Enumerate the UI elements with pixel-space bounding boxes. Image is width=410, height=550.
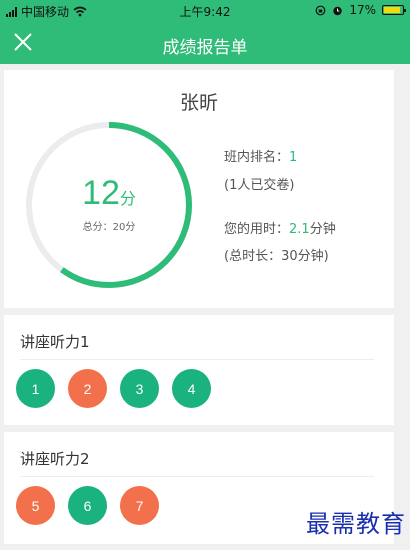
question-button[interactable]: 4 <box>172 369 211 408</box>
watermark: 最需教育 <box>306 510 406 538</box>
question-list: 5 6 7 <box>16 486 159 525</box>
battery-percent: 17% <box>349 3 376 17</box>
section-title: 讲座听力1 <box>20 333 90 351</box>
question-button[interactable]: 3 <box>120 369 159 408</box>
score-display: 12分 <box>24 174 194 213</box>
submitted-count: (1人已交卷) <box>224 178 295 193</box>
lock-rotation-icon <box>315 5 326 15</box>
divider <box>20 359 374 360</box>
nav-bar: 成绩报告单 <box>0 22 410 64</box>
rank-line: 班内排名：1 <box>224 146 297 165</box>
question-list: 1 2 3 4 <box>16 369 211 408</box>
battery-icon <box>382 5 406 15</box>
question-button[interactable]: 2 <box>68 369 107 408</box>
question-button[interactable]: 5 <box>16 486 55 525</box>
section-card: 讲座听力1 1 2 3 4 <box>4 315 394 425</box>
total-score: 总分：20分 <box>82 222 136 233</box>
student-name: 张昕 <box>179 92 218 114</box>
time-unit: 分钟 <box>309 222 336 237</box>
section-title: 讲座听力2 <box>20 450 90 468</box>
rank-value: 1 <box>289 150 298 165</box>
time-value: 2.1 <box>289 222 310 237</box>
status-bar: 中国移动 上午9:42 17% <box>0 0 410 22</box>
page-title: 成绩报告单 <box>162 38 248 58</box>
score-unit: 分 <box>119 189 136 208</box>
score-card: 张昕 12分 总分：20分 班内排名：1 (1人已交卷) 您的用时：2.1分钟 … <box>4 70 394 308</box>
divider <box>20 476 374 477</box>
question-button[interactable]: 7 <box>120 486 159 525</box>
total-time: (总时长：30分钟) <box>224 249 329 264</box>
time-label: 您的用时： <box>224 222 290 237</box>
alarm-icon <box>333 6 343 15</box>
time-line: 您的用时：2.1分钟 <box>224 218 336 237</box>
question-button[interactable]: 1 <box>16 369 55 408</box>
score-value: 12 <box>82 174 120 212</box>
question-button[interactable]: 6 <box>68 486 107 525</box>
rank-label: 班内排名： <box>224 150 290 165</box>
